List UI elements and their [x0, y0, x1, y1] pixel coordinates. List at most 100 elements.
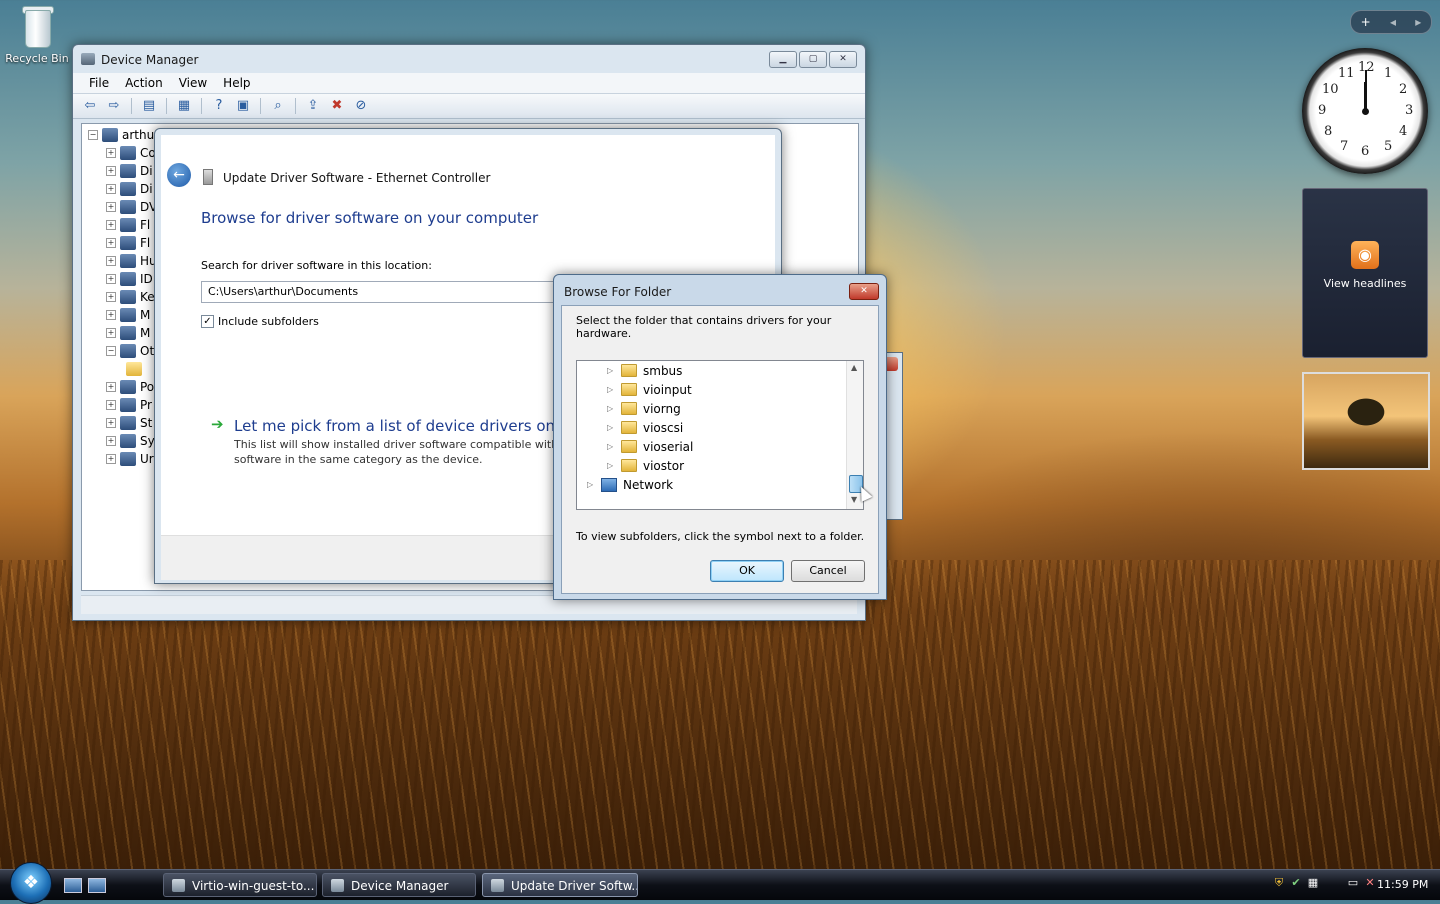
tree-item[interactable]: + DV — [106, 198, 157, 216]
tree-item[interactable]: + Di — [106, 162, 153, 180]
folder-item-viostor[interactable]: ▷ viostor — [607, 456, 684, 475]
slideshow-gadget[interactable] — [1302, 372, 1430, 470]
installer-icon — [172, 879, 185, 892]
safely-remove-icon[interactable]: ✔ — [1289, 876, 1303, 890]
search-location-label: Search for driver software in this locat… — [201, 259, 432, 272]
menu-view[interactable]: View — [171, 73, 215, 93]
browse-content: Select the folder that contains drivers … — [561, 305, 879, 594]
add-gadget-icon[interactable]: + — [1361, 15, 1371, 29]
tree-item[interactable]: + Co — [106, 144, 156, 162]
pick-driver-link[interactable]: Let me pick from a list of device driver… — [234, 417, 583, 435]
menu-help[interactable]: Help — [215, 73, 258, 93]
tree-item[interactable]: + St — [106, 414, 152, 432]
taskbar-clock[interactable]: 11:59 PM — [1377, 878, 1428, 891]
tree-item[interactable]: + Sy — [106, 432, 155, 450]
network-tray-icon[interactable]: ▭ — [1346, 876, 1360, 890]
ok-button[interactable]: OK — [710, 560, 784, 582]
network-icon — [601, 477, 617, 492]
cancel-button[interactable]: Cancel — [791, 560, 865, 582]
maximize-button[interactable]: ▢ — [799, 51, 827, 68]
folder-item-network[interactable]: ▷ Network — [587, 475, 673, 494]
browse-title: Browse For Folder — [564, 285, 672, 299]
security-shield-icon[interactable]: ⛨ — [1272, 876, 1286, 890]
show-hide-tree-icon[interactable]: ▤ — [140, 98, 158, 114]
switch-windows-icon[interactable] — [88, 878, 106, 893]
update-driver-icon[interactable]: ⇪ — [304, 98, 322, 114]
expand-triangle-icon: ▷ — [607, 385, 614, 394]
pick-driver-description: This list will show installed driver sof… — [234, 438, 564, 466]
rss-icon: ◉ — [1351, 241, 1379, 269]
include-subfolders-checkbox[interactable]: ✓ Include subfolders — [201, 315, 319, 328]
green-arrow-icon: ➔ — [211, 415, 224, 433]
tree-item[interactable]: + Pr — [106, 396, 152, 414]
recycle-bin-desktop-icon[interactable]: Recycle Bin — [4, 2, 70, 65]
folder-item-viorng[interactable]: ▷ viorng — [607, 399, 681, 418]
recycle-bin-icon — [20, 4, 54, 48]
page-heading: Browse for driver software on your compu… — [201, 209, 539, 227]
tree-item[interactable]: + Ur — [106, 450, 154, 468]
recycle-bin-label: Recycle Bin — [5, 52, 69, 65]
view-headlines-label[interactable]: View headlines — [1303, 277, 1427, 290]
window-title: Device Manager — [101, 53, 199, 67]
expand-triangle-icon: ▷ — [587, 480, 594, 489]
back-arrow-icon[interactable]: ⇦ — [81, 98, 99, 114]
driver-path-input[interactable]: C:\Users\arthur\Documents — [201, 281, 579, 303]
disable-icon[interactable]: ⊘ — [352, 98, 370, 114]
folder-item-vioscsi[interactable]: ▷ vioscsi — [607, 418, 683, 437]
start-button[interactable]: ❖ — [10, 862, 52, 904]
tree-item[interactable]: + Ke — [106, 288, 155, 306]
browse-titlebar[interactable]: Browse For Folder ✕ — [554, 275, 886, 305]
sidebar-controls[interactable]: + ◂ ▸ — [1350, 10, 1432, 34]
tree-item[interactable]: − Ot — [106, 342, 154, 360]
previous-gadget-icon[interactable]: ◂ — [1390, 15, 1396, 29]
menu-file[interactable]: File — [81, 73, 117, 93]
scroll-down-icon[interactable]: ▼ — [851, 495, 857, 504]
folder-icon — [621, 383, 637, 396]
browse-close-button[interactable]: ✕ — [849, 283, 879, 300]
browse-hint: To view subfolders, click the symbol nex… — [576, 530, 865, 543]
expand-triangle-icon: ▷ — [607, 442, 614, 451]
network-adapter-icon — [203, 169, 213, 185]
uninstall-icon[interactable]: ✖ — [328, 98, 346, 114]
tree-item[interactable]: + M — [106, 306, 150, 324]
properties-icon[interactable]: ▦ — [175, 98, 193, 114]
windows-update-icon[interactable]: ▦ — [1306, 876, 1320, 890]
tree-item[interactable]: + M — [106, 324, 150, 342]
volume-muted-icon[interactable]: ✕ — [1363, 876, 1377, 890]
next-gadget-icon[interactable]: ▸ — [1415, 15, 1421, 29]
forward-arrow-icon[interactable]: ⇨ — [105, 98, 123, 114]
scroll-up-icon[interactable]: ▲ — [851, 363, 857, 372]
system-tray: ⛨ ✔ ▦ ▭ ✕ — [1272, 876, 1377, 890]
tree-item-unknown-device[interactable] — [126, 360, 146, 378]
minimize-button[interactable]: ▁ — [769, 51, 797, 68]
scan-hardware-icon[interactable]: ⌕ — [269, 98, 287, 114]
close-button[interactable]: ✕ — [829, 51, 857, 68]
tree-item[interactable]: + ID — [106, 270, 153, 288]
collapse-icon[interactable]: − — [88, 130, 98, 140]
folder-icon — [621, 440, 637, 453]
tree-item[interactable]: + Di — [106, 180, 153, 198]
folder-tree[interactable]: ▷ smbus ▷ vioinput ▷ viorng ▷ vioscsi ▷ viose… — [576, 360, 864, 510]
feed-headlines-gadget[interactable]: ◉ View headlines — [1302, 188, 1428, 358]
folder-item-vioserial[interactable]: ▷ vioserial — [607, 437, 693, 456]
taskbar-item-update-driver[interactable]: Update Driver Softw... — [482, 873, 638, 897]
taskbar-item-device-manager[interactable]: Device Manager — [322, 873, 476, 897]
tree-item[interactable]: + Po — [106, 378, 154, 396]
tree-item[interactable]: + Fl — [106, 234, 150, 252]
expand-triangle-icon: ▷ — [607, 423, 614, 432]
browse-for-folder-dialog[interactable]: Browse For Folder ✕ Select the folder th… — [553, 274, 887, 600]
taskbar: ❖ Virtio-win-guest-to... Device Manager … — [0, 862, 1440, 904]
menu-action[interactable]: Action — [117, 73, 171, 93]
folder-item-smbus[interactable]: ▷ smbus — [607, 361, 682, 380]
tree-root[interactable]: − arthur — [88, 126, 159, 144]
show-desktop-icon[interactable] — [64, 878, 82, 893]
tree-item[interactable]: + Hu — [106, 252, 157, 270]
tree-item[interactable]: + Fl — [106, 216, 150, 234]
back-button[interactable]: ← — [167, 163, 191, 187]
device-manager-titlebar[interactable]: Device Manager ▁ ▢ ✕ — [73, 45, 865, 73]
clock-gadget[interactable]: 12 1 2 3 4 5 6 7 8 9 10 11 — [1302, 48, 1428, 174]
help-icon[interactable]: ? — [210, 98, 228, 114]
view-icon[interactable]: ▣ — [234, 98, 252, 114]
taskbar-item-virtio[interactable]: Virtio-win-guest-to... — [163, 873, 317, 897]
folder-item-vioinput[interactable]: ▷ vioinput — [607, 380, 692, 399]
